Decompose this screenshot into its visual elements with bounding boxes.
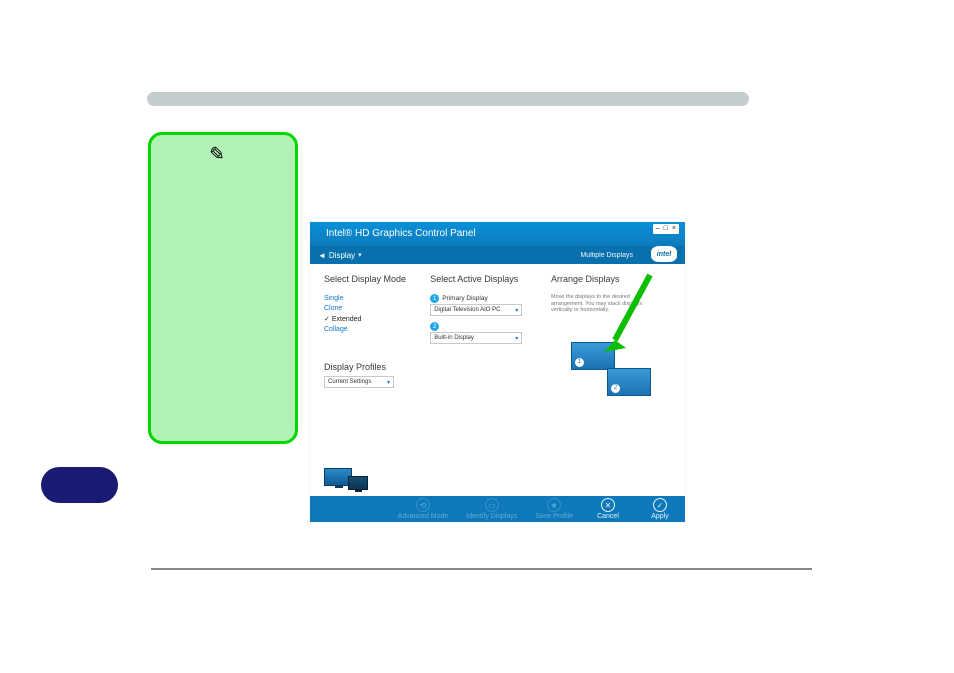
display-mode-column: Select Display Mode Single Clone Extende… [324, 274, 416, 468]
chevron-down-icon[interactable]: ▾ [358, 251, 362, 259]
window-title: Intel® HD Graphics Control Panel [318, 222, 677, 246]
back-icon[interactable]: ◄ [318, 251, 326, 260]
arrange-display-2[interactable]: 2 [607, 368, 651, 396]
arrange-displays-heading: Arrange Displays [551, 274, 671, 284]
green-highlight-panel [148, 132, 298, 444]
footer-advanced-button[interactable]: ⟲ Advanced Mode [398, 498, 449, 520]
display-mode-list: Single Clone Extended Collage [324, 292, 416, 336]
mode-clone[interactable]: Clone [324, 305, 416, 312]
mode-single[interactable]: Single [324, 295, 416, 302]
window-maximize-button[interactable]: □ [664, 224, 668, 234]
display-profiles-heading: Display Profiles [324, 362, 416, 372]
primary-display-value: Digital Television AIO PC [434, 307, 500, 313]
close-icon: ✕ [601, 498, 615, 512]
save-icon: ★ [547, 498, 561, 512]
window-content: Select Display Mode Single Clone Extende… [310, 264, 685, 474]
display-profiles-dropdown[interactable]: Current Settings ▾ [324, 376, 394, 388]
active-displays-column: Select Active Displays 1 Primary Display… [430, 274, 537, 468]
arrange-displays-column: Arrange Displays Move the displays to th… [551, 274, 671, 468]
window-close-button[interactable]: × [672, 224, 676, 234]
window-subbar: ◄ Display ▾ Multiple Displays intel [310, 246, 685, 264]
apply-button[interactable]: ✓ Apply [643, 498, 677, 520]
secondary-display-value: Built-in Display [434, 335, 474, 341]
display-2-badge: 2 [611, 384, 620, 393]
chevron-down-icon: ▾ [387, 379, 390, 386]
monitors-thumbnail [324, 468, 368, 488]
chevron-down-icon: ▾ [515, 335, 518, 342]
section-name: Multiple Displays [580, 252, 633, 259]
chevron-down-icon: ▾ [515, 307, 518, 314]
display-mode-heading: Select Display Mode [324, 274, 416, 284]
top-gray-bar [147, 92, 749, 106]
nav-display-label[interactable]: Display [329, 251, 355, 260]
intel-graphics-window: Intel® HD Graphics Control Panel – □ × ◄… [310, 222, 685, 522]
intel-logo: intel [651, 246, 677, 262]
gear-icon: ⟲ [416, 498, 430, 512]
badge-2: 2 [430, 322, 439, 331]
mode-extended[interactable]: Extended [324, 315, 416, 323]
window-minimize-button[interactable]: – [656, 224, 660, 234]
bottom-divider [151, 568, 812, 570]
secondary-display-dropdown[interactable]: Built-in Display ▾ [430, 332, 522, 344]
footer-save-button[interactable]: ★ Save Profile [535, 498, 573, 520]
monitor-icon [348, 476, 368, 490]
arrange-display-1[interactable]: 1 [571, 342, 615, 370]
primary-display-dropdown[interactable]: Digital Television AIO PC ▾ [430, 304, 522, 316]
secondary-display-label: 2 [430, 322, 537, 331]
window-titlebar: Intel® HD Graphics Control Panel – □ × [310, 222, 685, 246]
arrange-canvas[interactable]: 1 2 [551, 332, 671, 422]
mode-collage[interactable]: Collage [324, 326, 416, 333]
arrange-note: Move the displays to the desired arrange… [551, 294, 661, 314]
identify-icon: ▭ [485, 498, 499, 512]
active-displays-heading: Select Active Displays [430, 274, 537, 284]
cancel-button[interactable]: ✕ Cancel [591, 498, 625, 520]
display-1-badge: 1 [575, 358, 584, 367]
window-footer: ⟲ Advanced Mode ▭ Identify Displays ★ Sa… [310, 496, 685, 522]
footer-identify-button[interactable]: ▭ Identify Displays [466, 498, 517, 520]
profiles-value: Current Settings [328, 379, 371, 385]
primary-display-label: 1 Primary Display [430, 294, 537, 303]
check-icon: ✓ [653, 498, 667, 512]
window-controls: – □ × [653, 224, 679, 234]
blue-pill-shape [41, 467, 118, 503]
badge-1: 1 [430, 294, 439, 303]
